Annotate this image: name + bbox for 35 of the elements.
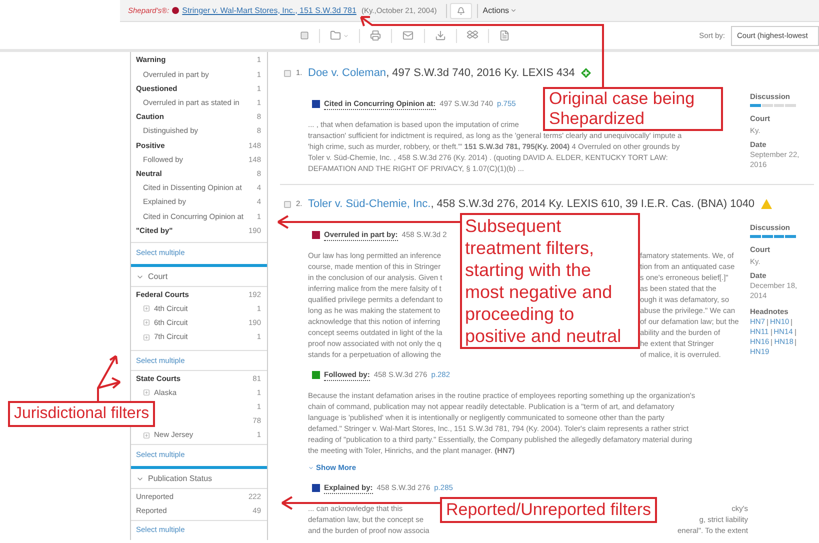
folder-menu[interactable] bbox=[330, 30, 349, 41]
print-icon[interactable] bbox=[370, 30, 381, 41]
case-link[interactable]: Doe v. Coleman bbox=[308, 64, 386, 82]
expand-icon[interactable] bbox=[143, 388, 150, 396]
bell-button[interactable] bbox=[450, 2, 472, 18]
case-link[interactable]: Stringer v. Wal-Mart Stores, Inc., 151 S.W.3d 781 bbox=[182, 4, 356, 16]
case-citation: , 458 S.W.3d 276, 2014 Ky. LEXIS 610, 39 I.E.R. Cas. (BNA) 1040 bbox=[430, 196, 755, 212]
folder-icon bbox=[330, 30, 341, 41]
row-checkbox[interactable] bbox=[284, 70, 291, 76]
diamond-cluster-icon[interactable] bbox=[467, 30, 478, 41]
actions-menu[interactable]: Actions bbox=[482, 4, 518, 16]
download-icon[interactable] bbox=[435, 30, 446, 41]
plus-diamond-icon bbox=[580, 68, 591, 78]
bell-icon bbox=[456, 6, 465, 14]
annotation-callout: Original case being Shepardized bbox=[543, 87, 723, 131]
warning-triangle-icon bbox=[760, 199, 772, 209]
section-heading[interactable]: Publication Status bbox=[148, 472, 212, 485]
chevron-icon bbox=[308, 464, 314, 470]
annotation-callout: Subsequent treatment filters, starting with the most negative and proceeding to positive and neutral bbox=[460, 213, 640, 349]
annotation-callout: Reported/Unreported filters bbox=[440, 497, 658, 523]
expand-icon[interactable] bbox=[143, 319, 150, 326]
case-citation: , 497 S.W.3d 740, 2016 Ky. LEXIS 434 bbox=[386, 66, 575, 81]
document-icon[interactable] bbox=[499, 30, 510, 41]
row-checkbox[interactable] bbox=[284, 200, 291, 208]
annotation-callout: Jurisdictional filters bbox=[8, 401, 156, 427]
arrow bbox=[97, 355, 121, 402]
expand-icon[interactable] bbox=[143, 305, 150, 312]
mail-icon[interactable] bbox=[402, 30, 414, 41]
caret-icon bbox=[343, 32, 349, 38]
select-all-icon[interactable] bbox=[300, 31, 309, 40]
caret-icon bbox=[510, 7, 518, 14]
case-link[interactable]: Toler v. Süd-Chemie, Inc. bbox=[308, 196, 431, 212]
section-heading[interactable]: Court bbox=[148, 270, 168, 283]
expand-icon[interactable] bbox=[143, 334, 150, 341]
expand-icon[interactable] bbox=[143, 432, 150, 439]
